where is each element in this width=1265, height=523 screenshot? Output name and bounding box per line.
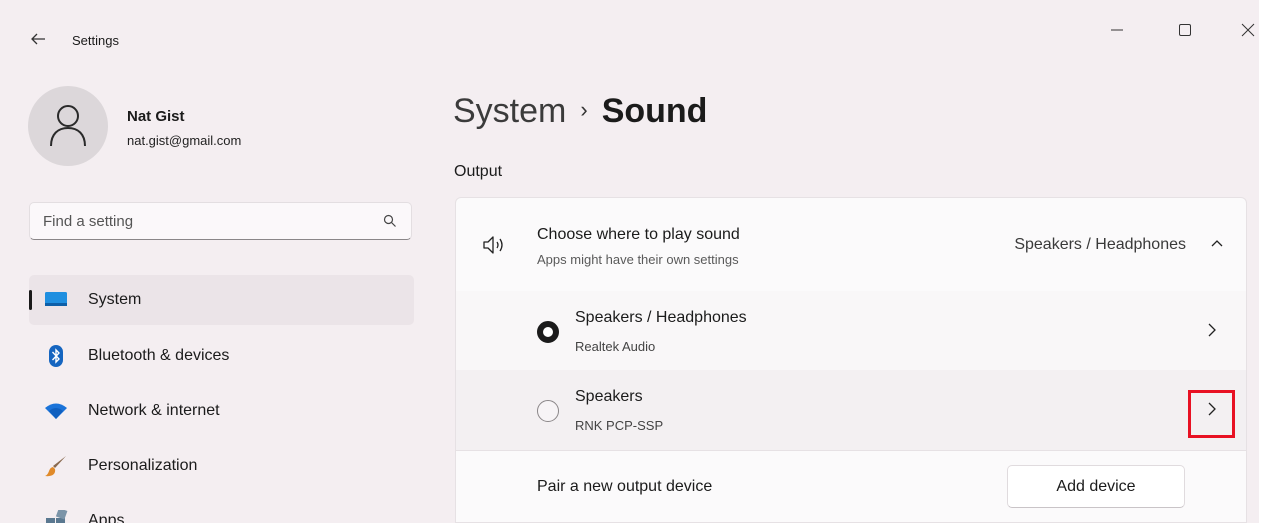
- speaker-icon: [483, 236, 503, 254]
- sidebar-item-apps[interactable]: Apps: [29, 496, 414, 523]
- section-title: Output: [454, 163, 503, 180]
- device-row[interactable]: Speakers / Headphones Realtek Audio: [455, 291, 1247, 371]
- sidebar-item-system[interactable]: System: [29, 275, 414, 325]
- brush-icon: [45, 456, 66, 477]
- settings-window: Settings Nat Gist nat.gist@gmail.com Fin…: [0, 0, 1259, 523]
- device-name: Speakers: [575, 388, 643, 405]
- avatar[interactable]: [28, 86, 108, 166]
- chooser-title: Choose where to play sound: [537, 226, 740, 243]
- chooser-subtitle: Apps might have their own settings: [537, 252, 739, 267]
- device-radio-selected[interactable]: [537, 321, 559, 343]
- back-arrow-icon[interactable]: [28, 29, 48, 49]
- search-placeholder: Find a setting: [43, 213, 134, 230]
- user-email: nat.gist@gmail.com: [127, 133, 242, 148]
- breadcrumb-parent[interactable]: System: [453, 92, 566, 130]
- sidebar-item-bluetooth[interactable]: Bluetooth & devices: [29, 331, 414, 381]
- pair-device-label: Pair a new output device: [537, 478, 713, 495]
- apps-icon: [46, 510, 68, 523]
- sidebar-item-label: Personalization: [88, 457, 198, 474]
- bluetooth-icon: [49, 345, 63, 367]
- chooser-value: Speakers / Headphones: [1014, 236, 1186, 253]
- close-icon[interactable]: [1236, 18, 1259, 42]
- sidebar-item-label: System: [88, 291, 142, 308]
- device-radio-unselected[interactable]: [537, 400, 559, 422]
- sidebar-item-personalization[interactable]: Personalization: [29, 441, 414, 491]
- sidebar-item-label: Apps: [88, 512, 125, 523]
- breadcrumb-separator: ›: [580, 97, 588, 122]
- person-icon: [50, 105, 86, 147]
- highlight-box: [1188, 390, 1235, 438]
- sidebar-item-label: Network & internet: [88, 402, 220, 419]
- device-detail: RNK PCP-SSP: [575, 418, 664, 433]
- window-title: Settings: [72, 33, 119, 48]
- device-detail: Realtek Audio: [575, 339, 656, 354]
- breadcrumb: System › Sound: [453, 92, 707, 131]
- user-name: Nat Gist: [127, 108, 185, 125]
- pair-device-row: Pair a new output device Add device: [455, 450, 1247, 523]
- chevron-up-icon[interactable]: [1210, 236, 1224, 250]
- device-name: Speakers / Headphones: [575, 309, 747, 326]
- add-device-button[interactable]: Add device: [1007, 465, 1185, 508]
- sidebar-item-network[interactable]: Network & internet: [29, 386, 414, 436]
- search-input[interactable]: Find a setting: [29, 202, 412, 240]
- sidebar-item-label: Bluetooth & devices: [88, 347, 230, 364]
- search-icon: [383, 214, 396, 227]
- device-row[interactable]: Speakers RNK PCP-SSP: [455, 370, 1247, 451]
- selection-indicator: [29, 290, 32, 310]
- system-icon: [45, 292, 67, 306]
- chevron-right-icon[interactable]: [1205, 322, 1219, 338]
- wifi-icon: [45, 403, 67, 419]
- output-chooser[interactable]: Choose where to play sound Apps might ha…: [455, 197, 1247, 292]
- maximize-icon[interactable]: [1173, 18, 1197, 42]
- page-title: Sound: [601, 92, 708, 130]
- minimize-icon[interactable]: [1105, 18, 1129, 42]
